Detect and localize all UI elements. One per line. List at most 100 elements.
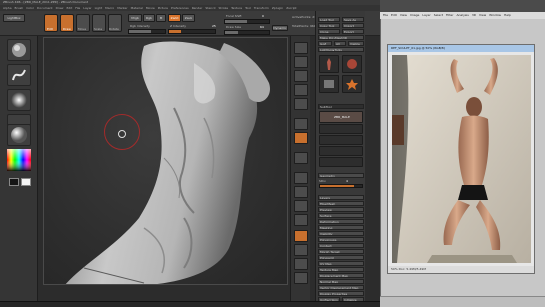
make-polymesh-button[interactable]: Make PolyMesh3D bbox=[318, 35, 364, 40]
viewer-menu-image-3[interactable]: Image bbox=[410, 12, 419, 19]
tool-thumb-polymesh[interactable] bbox=[342, 75, 362, 93]
viewer-menu-select-5[interactable]: Select bbox=[434, 12, 443, 19]
visible-button[interactable]: Visible bbox=[348, 41, 364, 46]
load-tool-button[interactable]: Load Tool bbox=[318, 17, 340, 22]
polygroups-section[interactable]: Polygroups bbox=[318, 237, 364, 242]
image-viewer-menubar: File Edit View Image Layer Select Filter Analys… bbox=[380, 12, 545, 19]
lightbox-tools-button[interactable]: Lightbox▸Tools bbox=[318, 47, 364, 52]
viewer-menu-window-10[interactable]: Window bbox=[489, 12, 501, 19]
masking-section[interactable]: Masking bbox=[318, 225, 364, 230]
draw-size-slider[interactable] bbox=[224, 30, 270, 35]
viewer-menu-3d-8[interactable]: 3D bbox=[472, 12, 476, 19]
tool-thumb-sphere[interactable] bbox=[342, 55, 362, 73]
polyf-icon[interactable] bbox=[294, 230, 308, 242]
texture-map-section[interactable]: Texture Map bbox=[318, 267, 364, 272]
viewer-menu-analysis-7[interactable]: Analysis bbox=[456, 12, 468, 19]
draw-size-label: Draw Size bbox=[226, 25, 241, 29]
transp-icon[interactable] bbox=[294, 244, 308, 256]
layers-section[interactable]: Layers bbox=[318, 195, 364, 200]
geometry-section[interactable]: Geometry bbox=[318, 173, 364, 178]
subtool-item-2[interactable] bbox=[319, 124, 363, 134]
preview-section[interactable]: Preview bbox=[318, 207, 364, 212]
display-properties-section[interactable]: Display Properties bbox=[318, 291, 364, 296]
export-button[interactable]: Export bbox=[342, 29, 364, 34]
bpr-icon[interactable] bbox=[294, 42, 308, 54]
tool-thumb-simplebrush[interactable] bbox=[319, 75, 339, 93]
secondary-color-swatch[interactable] bbox=[21, 178, 31, 186]
rotate-button[interactable]: Rotate bbox=[108, 14, 122, 32]
normal-map-section[interactable]: Normal Map bbox=[318, 279, 364, 284]
image-viewer-status-bar bbox=[380, 296, 545, 307]
persp-icon[interactable] bbox=[294, 118, 308, 130]
viewer-menu-help-11[interactable]: Help bbox=[504, 12, 511, 19]
zoom-icon[interactable] bbox=[294, 84, 308, 96]
rgb-intensity-slider[interactable] bbox=[128, 29, 166, 34]
viewer-menu-file-0[interactable]: File bbox=[383, 12, 388, 19]
zsub-button[interactable]: Zsub bbox=[182, 14, 195, 22]
tool-thumb-sculpt[interactable] bbox=[319, 55, 339, 73]
deformation-section[interactable]: Deformation bbox=[318, 219, 364, 224]
focal-shift-slider[interactable] bbox=[224, 19, 270, 24]
mrgb-button[interactable]: Mrgb bbox=[128, 14, 142, 22]
spix-icon[interactable] bbox=[294, 56, 308, 68]
move-button[interactable]: Move bbox=[76, 14, 90, 32]
viewer-menu-view-2[interactable]: View bbox=[400, 12, 407, 19]
standard-brush-slot[interactable] bbox=[7, 39, 31, 61]
goz-button[interactable]: GoZ bbox=[318, 41, 332, 46]
uv-map-section[interactable]: UV Map bbox=[318, 261, 364, 266]
actual-icon[interactable] bbox=[294, 98, 308, 110]
move-view-icon[interactable] bbox=[294, 186, 308, 198]
viewer-menu-layer-4[interactable]: Layer bbox=[422, 12, 430, 19]
alpha-slot[interactable] bbox=[7, 89, 31, 111]
z-intensity-slider[interactable] bbox=[168, 29, 216, 34]
tool-palette: Load Tool Save As Copy Tool Import Clone… bbox=[315, 11, 365, 302]
dynamic-toggle[interactable]: Dynamic bbox=[272, 25, 288, 31]
surface-section[interactable]: Surface bbox=[318, 213, 364, 218]
vector-displacement-section[interactable]: Vector Displacement Map bbox=[318, 285, 364, 290]
lightbox-button[interactable]: LightBox bbox=[3, 14, 25, 22]
displacement-map-section[interactable]: Displacement Map bbox=[318, 273, 364, 278]
reference-image-window[interactable]: REF_SCULPT_01.jpg @ 50% (RGB/8) 50% Doc:… bbox=[387, 44, 535, 274]
viewer-menu-view-9[interactable]: View bbox=[479, 12, 486, 19]
viewer-menu-filter-6[interactable]: Filter bbox=[446, 12, 453, 19]
copy-tool-button[interactable]: Copy Tool bbox=[318, 23, 340, 28]
scroll-icon[interactable] bbox=[294, 70, 308, 82]
viewer-menu-edit-1[interactable]: Edit bbox=[391, 12, 397, 19]
morph-target-section[interactable]: Morph Target bbox=[318, 249, 364, 254]
stroke-slot[interactable] bbox=[7, 64, 31, 86]
import-button[interactable]: Import bbox=[342, 23, 364, 28]
scale-view-icon[interactable] bbox=[294, 200, 308, 212]
edit-button[interactable]: Edit bbox=[44, 14, 58, 32]
scale-button[interactable]: Scale bbox=[92, 14, 106, 32]
visibility-section[interactable]: Visibility bbox=[318, 231, 364, 236]
polypaint-section[interactable]: Polypaint bbox=[318, 255, 364, 260]
draw-button[interactable]: Draw bbox=[60, 14, 74, 32]
rotate-view-icon[interactable] bbox=[294, 214, 308, 226]
m-button[interactable]: M bbox=[156, 14, 166, 22]
move-label: Move bbox=[78, 27, 87, 31]
brush-cursor-icon bbox=[118, 130, 126, 138]
xpose-icon[interactable] bbox=[294, 272, 308, 284]
rgb-button[interactable]: Rgb bbox=[143, 14, 155, 22]
clone-button[interactable]: Clone bbox=[318, 29, 340, 34]
save-as-button[interactable]: Save As bbox=[342, 17, 364, 22]
subtool-item-active[interactable]: ZBR_MALE bbox=[319, 111, 363, 123]
main-color-swatch[interactable] bbox=[9, 178, 19, 186]
subtool-item-5[interactable] bbox=[319, 157, 363, 167]
zbrush-status-bar bbox=[0, 301, 380, 307]
floor-icon[interactable] bbox=[294, 132, 308, 144]
contact-section[interactable]: Contact bbox=[318, 243, 364, 248]
material-slot[interactable] bbox=[7, 124, 31, 146]
solo-icon[interactable] bbox=[294, 258, 308, 270]
frame-icon[interactable] bbox=[294, 172, 308, 184]
all-button[interactable]: All bbox=[334, 41, 346, 46]
color-picker[interactable] bbox=[7, 149, 31, 171]
sdiv-slider[interactable] bbox=[319, 184, 363, 188]
subtool-item-3[interactable] bbox=[319, 135, 363, 145]
local-icon[interactable] bbox=[294, 152, 308, 164]
subtool-header[interactable]: SubTool bbox=[318, 104, 364, 109]
subtool-item-4[interactable] bbox=[319, 146, 363, 156]
document-viewport[interactable] bbox=[43, 37, 288, 285]
zadd-button[interactable]: Zadd bbox=[168, 14, 181, 22]
fibermesh-section[interactable]: FiberMesh bbox=[318, 201, 364, 206]
